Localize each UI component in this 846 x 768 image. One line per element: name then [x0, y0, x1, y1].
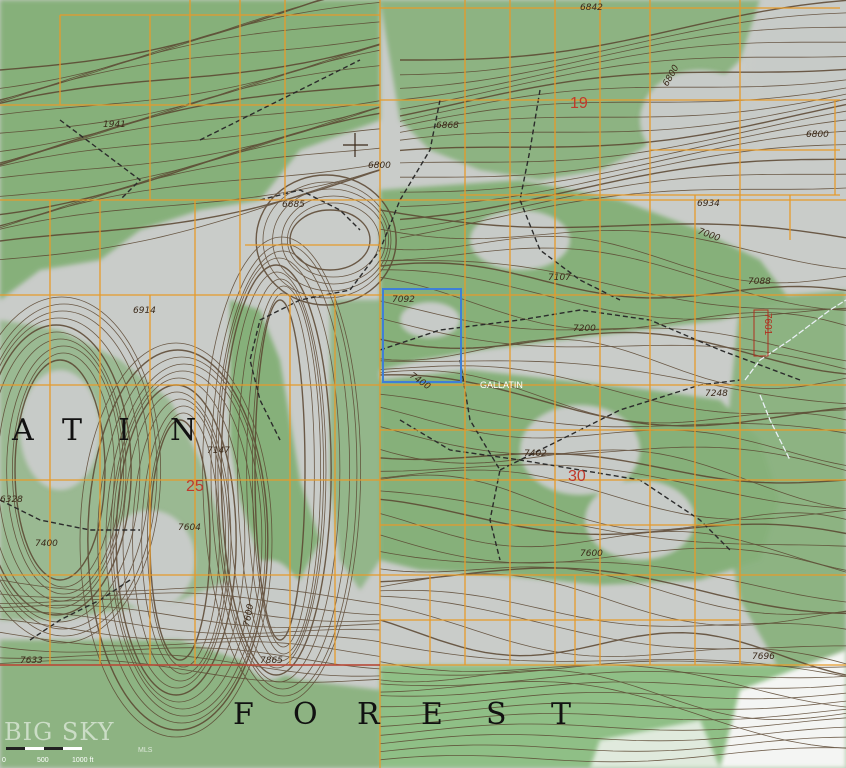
- scale-label: 1000 ft: [72, 757, 93, 764]
- area-name-letter: T: [62, 413, 82, 448]
- area-name-letter: R: [357, 697, 381, 732]
- map-canvas: 6842 6800 6800 6934 7000 7107 7088 7200 …: [0, 0, 846, 768]
- elevation-label: 7400: [35, 539, 58, 549]
- elevation-label: 7147: [207, 446, 230, 456]
- elevation-label: 6842: [580, 3, 603, 13]
- area-name-letter: S: [486, 697, 507, 732]
- elevation-label: 7604: [178, 523, 201, 533]
- elevation-label: 6914: [133, 306, 156, 316]
- elevation-label: 7092: [392, 295, 415, 305]
- elevation-label: 6328: [0, 495, 23, 505]
- elevation-label: 7696: [752, 652, 775, 662]
- topographic-map[interactable]: 6842 6800 6800 6934 7000 7107 7088 7200 …: [0, 0, 846, 768]
- watermark-suffix: MLS: [138, 747, 153, 754]
- watermark-brand: BIG SKY: [4, 718, 115, 746]
- elevation-label: 6800: [368, 161, 391, 171]
- elevation-label: 7402: [524, 449, 547, 459]
- elevation-label: 7633: [20, 656, 43, 666]
- place-label: GALLATIN: [480, 380, 523, 390]
- area-name-letter: E: [421, 697, 443, 732]
- elevation-label: 6685: [282, 200, 305, 210]
- elevation-label: 7865: [260, 656, 283, 666]
- scale-label: 0: [2, 757, 6, 764]
- area-name-letter: N: [170, 413, 196, 448]
- area-name-letter: I: [118, 413, 130, 448]
- area-name-letter: O: [293, 697, 318, 732]
- section-number: 19: [570, 95, 588, 112]
- svg-text:7601: 7601: [762, 313, 773, 336]
- elevation-label: 7107: [548, 273, 571, 283]
- elevation-label: 7088: [748, 277, 771, 287]
- elevation-label: 7248: [705, 389, 728, 399]
- elevation-label: 6934: [697, 199, 720, 209]
- section-number: 25: [186, 478, 204, 495]
- elevation-label: 7600: [580, 549, 603, 559]
- elevation-label: 6868: [436, 121, 459, 131]
- elevation-label: 7200: [573, 324, 596, 334]
- scale-label: 500: [37, 757, 49, 764]
- elevation-label: 1941: [103, 120, 126, 130]
- area-name-letter: A: [11, 413, 34, 448]
- area-name-letter: F: [233, 697, 254, 732]
- area-name-letter: T: [551, 697, 571, 732]
- elevation-label: 6800: [806, 130, 829, 140]
- section-number: 30: [568, 468, 586, 485]
